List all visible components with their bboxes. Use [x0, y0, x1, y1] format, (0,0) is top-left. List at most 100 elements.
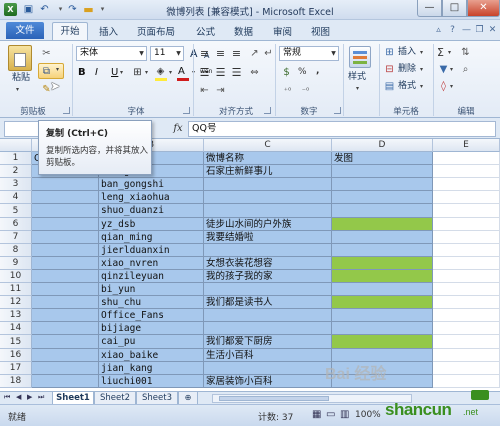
cell-d4[interactable] [332, 191, 433, 204]
borders-icon[interactable]: ⊞ [131, 66, 144, 79]
row-header[interactable]: 14 [0, 322, 32, 335]
tab-data[interactable]: 数据 [234, 24, 253, 38]
cell-b18[interactable]: liuchi001 [99, 375, 204, 388]
fill-icon[interactable]: ▼ [437, 63, 450, 76]
underline-button[interactable]: U [111, 66, 118, 79]
format-cells-icon[interactable]: ▤ [383, 80, 396, 93]
maximize-button[interactable]: □ [442, 0, 467, 17]
paste-dropdown-icon[interactable]: ▾ [16, 86, 19, 93]
cell-e8[interactable] [433, 244, 500, 257]
cell-d14[interactable] [332, 322, 433, 335]
tab-review[interactable]: 审阅 [273, 24, 292, 38]
align-top-icon[interactable]: ≡ [198, 47, 211, 60]
number-format-dropdown-icon[interactable]: ▼ [329, 47, 338, 60]
cell-b12[interactable]: shu_chu [99, 296, 204, 309]
cell-a14[interactable] [32, 322, 99, 335]
percent-button[interactable]: % [298, 66, 307, 79]
cell-e12[interactable] [433, 296, 500, 309]
cell-d3[interactable] [332, 178, 433, 191]
cell-a7[interactable] [32, 231, 99, 244]
cell-a5[interactable] [32, 204, 99, 218]
decrease-decimal-icon[interactable]: ⁻⁰ [299, 84, 312, 97]
row-header[interactable]: 17 [0, 362, 32, 375]
tab-insert[interactable]: 插入 [99, 24, 118, 38]
number-dialog-launcher[interactable] [334, 107, 341, 114]
orientation-icon[interactable]: ↗ [248, 47, 261, 60]
cell-b16[interactable]: xiao_baike [99, 349, 204, 362]
ribbon-expand-icon[interactable]: ▵ [433, 25, 444, 36]
row-header[interactable]: 3 [0, 178, 32, 191]
alignment-dialog-launcher[interactable] [264, 107, 271, 114]
font-size-dropdown-icon[interactable]: ▼ [174, 47, 183, 60]
cell-c5[interactable] [204, 204, 332, 218]
align-right-icon[interactable]: ☰ [230, 66, 243, 79]
cell-a13[interactable] [32, 309, 99, 322]
insert-cells-button[interactable]: 插入 [398, 46, 416, 59]
copy-button[interactable]: ⧉ ▾ [38, 63, 64, 79]
cell-d9[interactable] [332, 257, 433, 270]
cell-b14[interactable]: bijiage [99, 322, 204, 335]
cell-e4[interactable] [433, 191, 500, 204]
format-dropdown-icon[interactable]: ▾ [420, 83, 423, 90]
cell-c3[interactable] [204, 178, 332, 191]
row-header[interactable]: 6 [0, 218, 32, 231]
cell-a8[interactable] [32, 244, 99, 257]
cell-c9[interactable]: 女想衣装花想容 [204, 257, 332, 270]
row-header[interactable]: 4 [0, 191, 32, 204]
insert-cells-icon[interactable]: ⊞ [383, 46, 396, 59]
cell-b10[interactable]: qinzileyuan [99, 270, 204, 283]
row-header[interactable]: 1 [0, 152, 32, 165]
cell-c14[interactable] [204, 322, 332, 335]
comma-button[interactable]: , [316, 65, 319, 78]
cell-b7[interactable]: qian_ming [99, 231, 204, 244]
cell-a6[interactable] [32, 218, 99, 231]
font-color-button[interactable]: A [178, 65, 185, 78]
horizontal-scrollbar[interactable] [212, 394, 412, 403]
minimize-button[interactable]: — [417, 0, 442, 17]
cell-e9[interactable] [433, 257, 500, 270]
cell-b13[interactable]: Office_Fans [99, 309, 204, 322]
fill-color-icon[interactable]: ◈ [154, 65, 167, 78]
file-tab[interactable]: 文件 [6, 22, 44, 39]
cell-a4[interactable] [32, 191, 99, 204]
row-header[interactable]: 18 [0, 375, 32, 388]
cell-e13[interactable] [433, 309, 500, 322]
cell-b3[interactable]: ban_gongshi [99, 178, 204, 191]
cell-c6[interactable]: 徒步山水间的户外族 [204, 218, 332, 231]
merge-center-icon[interactable]: ⇔ [248, 66, 261, 79]
cut-icon[interactable]: ✂ [40, 47, 53, 60]
cell-d8[interactable] [332, 244, 433, 257]
zoom-level[interactable]: 100% [355, 410, 381, 420]
cell-b15[interactable]: cai_pu [99, 335, 204, 349]
row-header[interactable]: 5 [0, 204, 32, 218]
row-header[interactable]: 10 [0, 270, 32, 283]
row-header[interactable]: 15 [0, 335, 32, 349]
paste-icon[interactable] [8, 45, 32, 71]
row-header[interactable]: 12 [0, 296, 32, 309]
cell-e5[interactable] [433, 204, 500, 218]
cell-d15[interactable] [332, 335, 433, 349]
cell-a11[interactable] [32, 283, 99, 296]
autosum-dropdown-icon[interactable]: ▾ [448, 49, 451, 56]
page-break-view-icon[interactable]: ▥ [340, 409, 349, 420]
cell-e15[interactable] [433, 335, 500, 349]
cell-b8[interactable]: jierlduanxin [99, 244, 204, 257]
align-left-icon[interactable]: ☰ [198, 66, 211, 79]
cell-e3[interactable] [433, 178, 500, 191]
cell-c16[interactable]: 生活小百科 [204, 349, 332, 362]
cell-c4[interactable] [204, 191, 332, 204]
bold-button[interactable]: B [78, 66, 86, 79]
cell-a10[interactable] [32, 270, 99, 283]
clear-dropdown-icon[interactable]: ▾ [450, 83, 453, 90]
last-sheet-icon[interactable]: ⏭ [38, 393, 44, 402]
cell-e17[interactable] [433, 362, 500, 375]
cell-a16[interactable] [32, 349, 99, 362]
cell-c10[interactable]: 我的孩子我的家 [204, 270, 332, 283]
row-header[interactable]: 16 [0, 349, 32, 362]
autosum-button[interactable]: Σ [437, 46, 444, 59]
row-header[interactable]: 9 [0, 257, 32, 270]
increase-indent-icon[interactable]: ⇥ [214, 84, 227, 97]
insert-function-button[interactable]: fx [170, 121, 186, 137]
decrease-indent-icon[interactable]: ⇤ [198, 84, 211, 97]
first-sheet-icon[interactable]: ⏮ [4, 393, 10, 402]
